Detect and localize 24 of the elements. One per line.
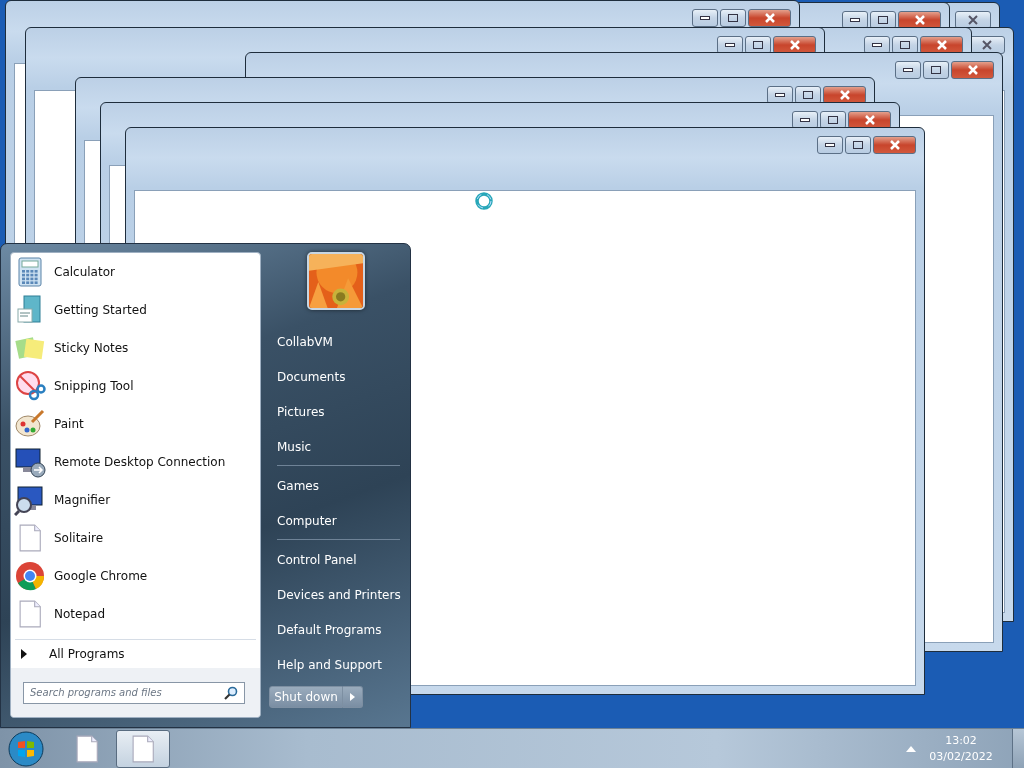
program-item[interactable]: Getting Started: [11, 291, 260, 329]
menu-item[interactable]: Devices and Printers: [269, 577, 402, 612]
clock-time: 13:02: [945, 732, 977, 749]
menu-item[interactable]: Documents: [269, 359, 402, 394]
program-item[interactable]: Paint: [11, 405, 260, 443]
program-item[interactable]: Remote Desktop Connection: [11, 443, 260, 481]
program-item[interactable]: Magnifier: [11, 481, 260, 519]
program-item[interactable]: Sticky Notes: [11, 329, 260, 367]
clock-date: 03/02/2022: [929, 748, 993, 765]
menu-item[interactable]: Default Programs: [269, 612, 402, 647]
search-field[interactable]: Search programs and files: [23, 681, 245, 704]
program-item[interactable]: Notepad: [11, 595, 260, 633]
menu-item[interactable]: Computer: [269, 503, 402, 538]
menu-item[interactable]: Games: [269, 468, 402, 503]
menu-item[interactable]: Pictures: [269, 394, 402, 429]
program-item[interactable]: Snipping Tool: [11, 367, 260, 405]
menu-item[interactable]: Control Panel: [269, 542, 402, 577]
menu-item[interactable]: Help and Support: [269, 647, 402, 682]
menu-item[interactable]: CollabVM: [269, 324, 402, 359]
menu-item[interactable]: Music: [269, 429, 402, 464]
program-item[interactable]: Google Chrome: [11, 557, 260, 595]
program-item[interactable]: Calculator: [11, 253, 260, 291]
all-programs-item[interactable]: All Programs: [11, 640, 260, 668]
program-item[interactable]: Solitaire: [11, 519, 260, 557]
